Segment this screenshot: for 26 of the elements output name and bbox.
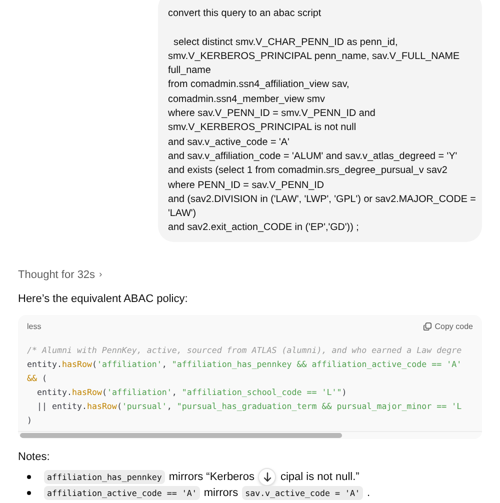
note-text: mirrors (204, 486, 238, 501)
horizontal-scrollbar[interactable] (18, 430, 482, 439)
bullet (27, 491, 31, 496)
code-line: && ( (27, 372, 48, 385)
code-line: /* Alumni with PennKey, active, sourced from ATLAS (alumni), and who earned a Law degre (27, 344, 463, 357)
copy-icon (422, 322, 432, 332)
code-language: less (27, 320, 42, 333)
bullet (27, 475, 31, 480)
scroll-down-button[interactable] (258, 468, 276, 486)
arrow-down-icon (262, 472, 272, 482)
copy-code-button[interactable]: Copy code (422, 320, 473, 333)
intro-text: Here’s the equivalent ABAC policy: (18, 292, 189, 308)
user-message-text: convert this query to an abac script select distinct smv.V_CHAR_PENN_ID as penn_id, smv.V_KERBEROS_PRINCIPAL penn_name, sav.V_FULL_NAME full_name from comadmin.ssn4_affiliation_view sav, comadmin.ssn4_member_view smv where sav.V_PENN_ID = smv.V_PENN_ID and smv.V_KERBEROS_PRINCIPAL is not null and sav.v_active_code = 'A' and sav.v_affiliation_code = 'ALUM' and sav.v_atlas_degreed = 'Y' and exists (select 1 from comadmin.srs_degree_pursual_v sav2 where PENN_ID = sav.V_PENN_ID and (sav2.DIVISION in ('LAW', 'LWP', 'GPL') or sav2.MAJOR_CODE = 'LAW') and sav2.exit_action_CODE in ('EP','GD')) ; (168, 7, 476, 236)
inline-code: sav.v_active_code = 'A' (242, 486, 363, 500)
code-line: entity.hasRow('affiliation', "affiliation_has_pennkey && affiliation_active_code == 'A' (27, 358, 463, 371)
note-text: . (366, 486, 370, 501)
notes-heading: Notes: (18, 450, 51, 465)
code-line: ) (27, 414, 33, 427)
note-text: mirrors “Kerberos (168, 470, 254, 485)
code-line: || entity.hasRow('pursual', "pursual_has_graduation_term && pursual_major_minor == 'L (36, 400, 463, 413)
inline-code: affiliation_has_pennkey (44, 470, 165, 484)
thought-toggle[interactable]: Thought for 32s › (18, 266, 102, 284)
scrollbar-thumb[interactable] (20, 432, 342, 438)
note-text: cipal is not null.” (280, 470, 360, 485)
code-line: entity.hasRow('affiliation', "affiliation_school_code == 'L'") (36, 386, 348, 399)
inline-code: affiliation_active_code == 'A' (44, 486, 200, 500)
